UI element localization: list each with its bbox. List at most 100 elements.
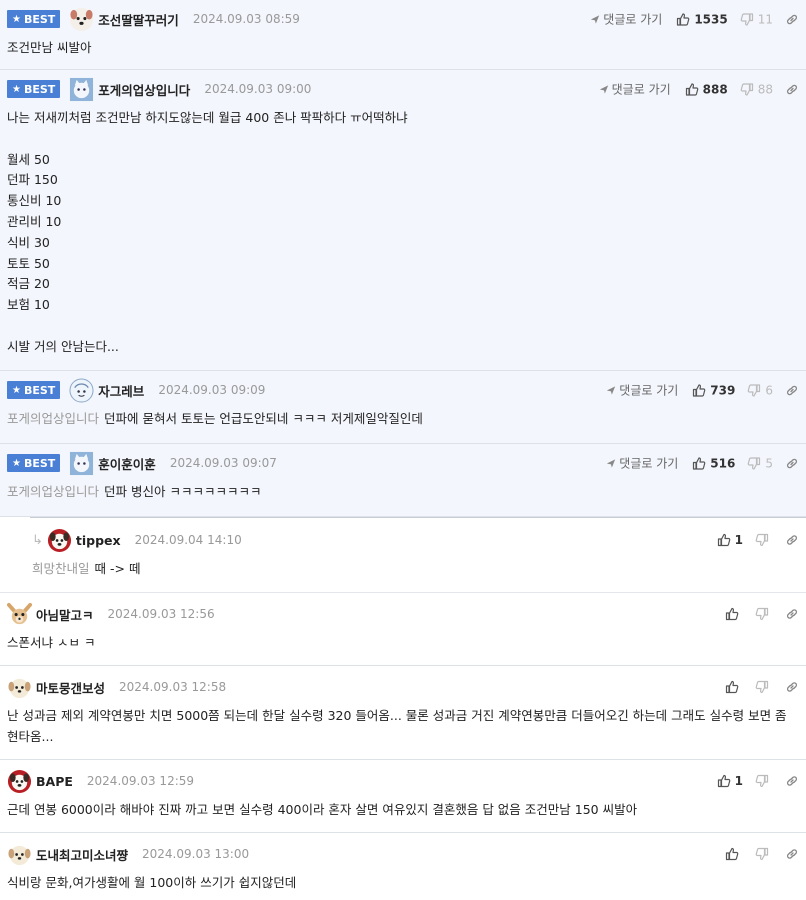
downvote-button[interactable]: 6 xyxy=(747,383,773,397)
comment-body: 난 성과금 제외 계약연봉만 치면 5000쯤 되는데 한달 실수령 320 들… xyxy=(7,708,791,744)
comment-item: ★ BEST 훈이훈이훈 2024.09.03 09:07 댓글로 가기 516 … xyxy=(0,444,806,517)
downvote-button[interactable]: 88 xyxy=(740,82,773,96)
thumbs-down-icon xyxy=(755,533,769,547)
thumbs-up-icon xyxy=(725,607,739,621)
best-badge: ★ BEST xyxy=(7,454,61,472)
thumbs-up-icon xyxy=(725,680,739,694)
mention-nickname[interactable]: 포게의업상입니다 xyxy=(7,484,99,499)
thumbs-up-icon xyxy=(685,82,699,96)
star-icon: ★ xyxy=(12,457,21,469)
downvote-button[interactable] xyxy=(755,607,773,621)
thumbs-down-icon xyxy=(755,607,769,621)
comment-actions: 1 xyxy=(717,533,799,547)
share-link-button[interactable] xyxy=(785,456,799,470)
upvote-button[interactable] xyxy=(725,607,743,621)
comment-actions xyxy=(725,607,799,621)
comment-item: 마토뭉갠보성 2024.09.03 12:58 난 성과금 제외 계약연봉만 치… xyxy=(0,666,806,760)
nickname[interactable]: 아님말고ㅋ xyxy=(36,605,94,624)
goto-reply-button[interactable]: 댓글로 가기 xyxy=(606,382,678,399)
share-link-button[interactable] xyxy=(785,774,799,788)
nickname[interactable]: 자그레브 xyxy=(98,381,144,400)
nickname[interactable]: tippex xyxy=(76,533,121,548)
upvote-button[interactable]: 1 xyxy=(717,533,743,547)
upvote-button[interactable]: 516 xyxy=(692,456,735,470)
goto-reply-label: 댓글로 가기 xyxy=(619,456,679,471)
link-icon xyxy=(785,774,799,788)
nickname[interactable]: BAPE xyxy=(36,774,73,789)
avatar[interactable] xyxy=(69,378,94,403)
downvote-button[interactable]: 11 xyxy=(740,12,773,26)
comment-body: 식비랑 문화,여가생활에 월 100이하 쓰기가 쉽지않던데 xyxy=(7,875,297,890)
share-link-button[interactable] xyxy=(785,383,799,397)
nickname[interactable]: 포게의업상입니다 xyxy=(98,80,190,99)
arrow-icon xyxy=(599,84,609,94)
comment-item: ★ BEST 조선딸딸꾸러기 2024.09.03 08:59 댓글로 가기 15… xyxy=(0,0,806,70)
avatar[interactable] xyxy=(47,528,72,553)
comment-actions: 댓글로 가기 516 5 xyxy=(606,455,799,472)
reply-item: ↳ tippex 2024.09.04 14:10 1 희망찬내일 때 -> 떼 xyxy=(0,517,806,593)
comment-header: 마토뭉갠보성 2024.09.03 12:58 xyxy=(7,676,799,698)
comment-header: 도내최고미소녀쨩 2024.09.03 13:00 xyxy=(7,843,799,865)
arrow-icon xyxy=(590,14,600,24)
upvote-button[interactable]: 888 xyxy=(685,82,728,96)
goto-reply-button[interactable]: 댓글로 가기 xyxy=(590,11,662,28)
downvote-button[interactable] xyxy=(755,774,773,788)
best-badge: ★ BEST xyxy=(7,10,61,28)
comment-text: 때 -> 떼 xyxy=(94,561,141,576)
avatar[interactable] xyxy=(7,842,32,867)
goto-reply-button[interactable]: 댓글로 가기 xyxy=(599,81,671,98)
downvote-button[interactable] xyxy=(755,533,773,547)
best-label: BEST xyxy=(23,12,56,26)
share-link-button[interactable] xyxy=(785,533,799,547)
upvote-button[interactable]: 1535 xyxy=(676,12,728,26)
link-icon xyxy=(785,383,799,397)
comment-date: 2024.09.03 12:59 xyxy=(86,774,195,788)
goto-reply-button[interactable]: 댓글로 가기 xyxy=(606,455,678,472)
comment-header: ★ BEST 훈이훈이훈 2024.09.03 09:07 댓글로 가기 516 … xyxy=(7,452,799,474)
best-label: BEST xyxy=(23,82,56,96)
downvote-count: 6 xyxy=(765,383,773,397)
nickname[interactable]: 마토뭉갠보성 xyxy=(36,678,105,697)
upvote-button[interactable] xyxy=(725,847,743,861)
downvote-button[interactable] xyxy=(755,680,773,694)
best-label: BEST xyxy=(23,456,56,470)
upvote-button[interactable]: 739 xyxy=(692,383,735,397)
nickname[interactable]: 훈이훈이훈 xyxy=(98,454,156,473)
comment-header: 아님말고ㅋ 2024.09.03 12:56 xyxy=(7,603,799,625)
comment-actions xyxy=(725,847,799,861)
comment-header: ★ BEST 자그레브 2024.09.03 09:09 댓글로 가기 739 6 xyxy=(7,379,799,401)
thumbs-down-icon xyxy=(747,383,761,397)
downvote-count: 88 xyxy=(757,82,773,96)
share-link-button[interactable] xyxy=(785,847,799,861)
link-icon xyxy=(785,847,799,861)
share-link-button[interactable] xyxy=(785,607,799,621)
comment-text: 던파 병신아 ㅋㅋㅋㅋㅋㅋㅋㅋ xyxy=(104,484,262,499)
mention-nickname[interactable]: 희망찬내일 xyxy=(32,561,90,576)
thumbs-down-icon xyxy=(740,82,754,96)
downvote-button[interactable]: 5 xyxy=(747,456,773,470)
comment-body: 근데 연봉 6000이라 해바야 진짜 까고 보면 실수령 400이라 혼자 살… xyxy=(7,802,638,817)
link-icon xyxy=(785,607,799,621)
share-link-button[interactable] xyxy=(785,12,799,26)
avatar[interactable] xyxy=(7,602,32,627)
comment-body: 나는 저새끼처럼 조건만남 하지도않는데 월급 400 존나 팍팍하다 ㅠ어떡하… xyxy=(7,110,408,354)
upvote-button[interactable]: 1 xyxy=(717,774,743,788)
thumbs-down-icon xyxy=(747,456,761,470)
thumbs-down-icon xyxy=(755,847,769,861)
nickname[interactable]: 조선딸딸꾸러기 xyxy=(98,10,179,29)
mention-nickname[interactable]: 포게의업상입니다 xyxy=(7,411,99,426)
arrow-icon xyxy=(606,385,616,395)
thumbs-up-icon xyxy=(692,383,706,397)
share-link-button[interactable] xyxy=(785,680,799,694)
avatar[interactable] xyxy=(7,769,32,794)
nickname[interactable]: 도내최고미소녀쨩 xyxy=(36,845,128,864)
avatar[interactable] xyxy=(69,7,94,32)
comment-item: ★ BEST 포게의업상입니다 2024.09.03 09:00 댓글로 가기 8… xyxy=(0,70,806,371)
share-link-button[interactable] xyxy=(785,82,799,96)
upvote-button[interactable] xyxy=(725,680,743,694)
avatar[interactable] xyxy=(7,675,32,700)
comment-date: 2024.09.04 14:10 xyxy=(134,533,242,547)
avatar[interactable] xyxy=(69,451,94,476)
avatar[interactable] xyxy=(69,77,94,102)
downvote-button[interactable] xyxy=(755,847,773,861)
